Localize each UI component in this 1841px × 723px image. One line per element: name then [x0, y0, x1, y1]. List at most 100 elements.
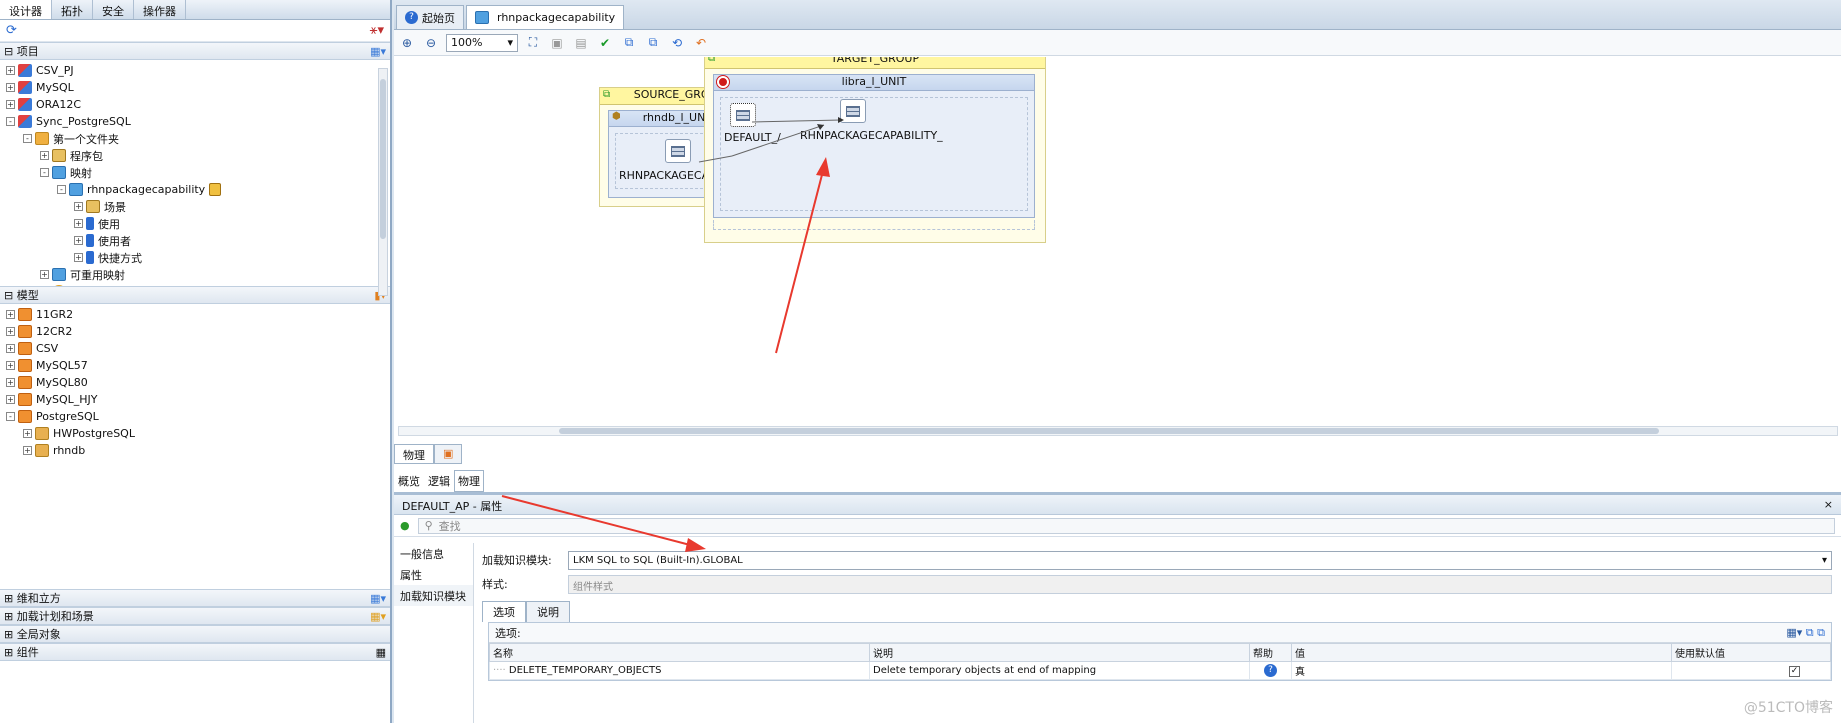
tree-item[interactable]: + ORA12C	[6, 96, 390, 113]
tree-item[interactable]: - rhnpackagecapability	[6, 181, 390, 198]
expand-icon[interactable]: +	[6, 83, 15, 92]
new-project-icon[interactable]: ▦▾	[370, 45, 386, 58]
tree-item[interactable]: + 使用者	[6, 232, 390, 249]
close-icon[interactable]: ×	[1824, 498, 1833, 511]
loadplans-menu-icon[interactable]: ▦▾	[370, 610, 386, 623]
tree-item[interactable]: + rhndb	[6, 442, 390, 459]
nav-lkm[interactable]: 加载知识模块	[394, 585, 473, 606]
collapse-icon[interactable]: -	[6, 117, 15, 126]
col-value[interactable]: 值	[1291, 643, 1672, 662]
columns-icon[interactable]: ▦▾	[1786, 626, 1802, 639]
tree-item[interactable]: +12CR2	[6, 323, 390, 340]
expand-icon[interactable]: ⧉	[1806, 626, 1814, 639]
models-section-header[interactable]: ⊟ 模型 ▮▾	[0, 286, 390, 304]
projects-section-header[interactable]: ⊟ 项目 ▦▾	[0, 42, 390, 60]
tree-item[interactable]: + MySQL80	[6, 374, 390, 391]
expand-icon[interactable]: +	[6, 327, 15, 336]
projects-scrollbar[interactable]	[378, 68, 388, 296]
tree-item[interactable]: - 第一个文件夹	[6, 130, 390, 147]
tree-item[interactable]: - Sync_PostgreSQL	[6, 113, 390, 130]
tab-start-page[interactable]: ? 起始页	[396, 5, 464, 29]
tab-options[interactable]: 选项	[482, 601, 526, 622]
tree-item[interactable]: +11GR2	[6, 306, 390, 323]
expand-icon[interactable]: +	[6, 310, 15, 319]
diagram-hscrollbar[interactable]	[398, 426, 1838, 436]
table-row[interactable]: ···· DELETE_TEMPORARY_OBJECTS Delete tem…	[489, 661, 1831, 680]
tree-item[interactable]: + 快捷方式	[6, 249, 390, 266]
zoom-out-icon[interactable]: ⊖	[422, 34, 440, 52]
expand-icon[interactable]: +	[6, 66, 15, 75]
use-default-checkbox[interactable]: ✓	[1789, 665, 1800, 677]
expand-icon[interactable]: +	[74, 236, 83, 245]
subtab-overview[interactable]: 概览	[394, 470, 424, 492]
expand-icon[interactable]: +	[40, 270, 49, 279]
expand-icon[interactable]: +	[6, 100, 15, 109]
zoom-select[interactable]: 100% ▾	[446, 33, 518, 52]
expand-icon[interactable]: +	[74, 202, 83, 211]
expand-icon[interactable]: +	[6, 344, 15, 353]
copy-icon[interactable]: ⧉	[620, 34, 638, 52]
tree-item[interactable]: + MySQL_HJY	[6, 391, 390, 408]
subtab-physical[interactable]: 物理	[454, 470, 484, 492]
zoom-in-icon[interactable]: ⊕	[398, 34, 416, 52]
collapse-icon[interactable]: ⊟	[4, 289, 13, 302]
tab-designer[interactable]: 设计器	[0, 0, 52, 19]
tab-mapping-editor[interactable]: rhnpackagecapability	[466, 5, 625, 29]
collapse-icon[interactable]: ⧉	[1817, 626, 1825, 639]
nav-attributes[interactable]: 属性	[394, 564, 473, 585]
tree-item[interactable]: + 程序包	[6, 147, 390, 164]
expand-icon[interactable]: +	[6, 361, 15, 370]
mapping-diagram[interactable]: ⧉ SOURCE_GROUP ⬢ rhndb_l_UNIT RHNPACKAGECA…	[394, 57, 1841, 432]
expand-icon[interactable]: +	[23, 429, 32, 438]
refresh-icon[interactable]: ⟲	[668, 34, 686, 52]
collapse-icon[interactable]: -	[6, 412, 15, 421]
collapse-icon[interactable]: -	[40, 168, 49, 177]
tree-item[interactable]: + 使用	[6, 215, 390, 232]
paste-icon[interactable]: ⧉	[644, 34, 662, 52]
expand-icon[interactable]: +	[6, 395, 15, 404]
tree-item[interactable]: + MySQL57	[6, 357, 390, 374]
collapse-icon[interactable]: -	[23, 134, 32, 143]
tree-item[interactable]: + CSV	[6, 340, 390, 357]
expand-icon[interactable]: +	[74, 253, 83, 262]
expand-icon[interactable]: +	[23, 446, 32, 455]
tree-item[interactable]: - PostgreSQL	[6, 408, 390, 425]
expand-icon[interactable]: +	[74, 219, 83, 228]
dimensions-menu-icon[interactable]: ▦▾	[370, 592, 386, 605]
dimensions-section-header[interactable]: ⊞ 维和立方 ▦▾	[0, 589, 390, 607]
refresh-icon[interactable]: ⟳	[6, 23, 17, 38]
components-menu-icon[interactable]: ▦	[376, 646, 386, 659]
global-objects-section-header[interactable]: ⊞ 全局对象	[0, 625, 390, 643]
tab-physical[interactable]: 物理	[394, 444, 434, 464]
connect-icon[interactable]: ⚹▾	[370, 23, 384, 38]
collapse-icon[interactable]: -	[57, 185, 66, 194]
tree-item[interactable]: + CSV_PJ	[6, 62, 390, 79]
loadplans-section-header[interactable]: ⊞ 加载计划和场景 ▦▾	[0, 607, 390, 625]
tab-security[interactable]: 安全	[93, 0, 134, 19]
undo-icon[interactable]: ↶	[692, 34, 710, 52]
option-value[interactable]: 真	[1291, 661, 1672, 680]
validate-icon[interactable]: ✔	[596, 34, 614, 52]
grid-icon[interactable]: ▤	[572, 34, 590, 52]
layout-icon[interactable]: ▣	[548, 34, 566, 52]
tree-item[interactable]: +过程	[6, 283, 390, 286]
tab-topology[interactable]: 拓扑	[52, 0, 93, 19]
col-help[interactable]: 帮助	[1249, 643, 1292, 662]
tree-item[interactable]: + 可重用映射	[6, 266, 390, 283]
collapse-icon[interactable]: ⊟	[4, 45, 13, 58]
components-section-header[interactable]: ⊞ 组件 ▦	[0, 643, 390, 661]
col-use-default[interactable]: 使用默认值	[1671, 643, 1831, 662]
subtab-logical[interactable]: 逻辑	[424, 470, 454, 492]
tree-item[interactable]: + 场景	[6, 198, 390, 215]
tree-item[interactable]: + HWPostgreSQL	[6, 425, 390, 442]
expand-icon[interactable]: +	[40, 151, 49, 160]
style-input[interactable]: 组件样式	[568, 574, 1832, 594]
col-description[interactable]: 说明	[869, 643, 1250, 662]
col-name[interactable]: 名称	[489, 643, 870, 662]
tab-description[interactable]: 说明	[526, 601, 570, 622]
tab-thumbnail[interactable]: ▣	[434, 444, 463, 464]
tab-operator[interactable]: 操作器	[134, 0, 186, 19]
fit-icon[interactable]: ⛶	[524, 34, 542, 52]
expand-icon[interactable]: +	[6, 378, 15, 387]
help-icon[interactable]: ?	[1264, 664, 1277, 677]
